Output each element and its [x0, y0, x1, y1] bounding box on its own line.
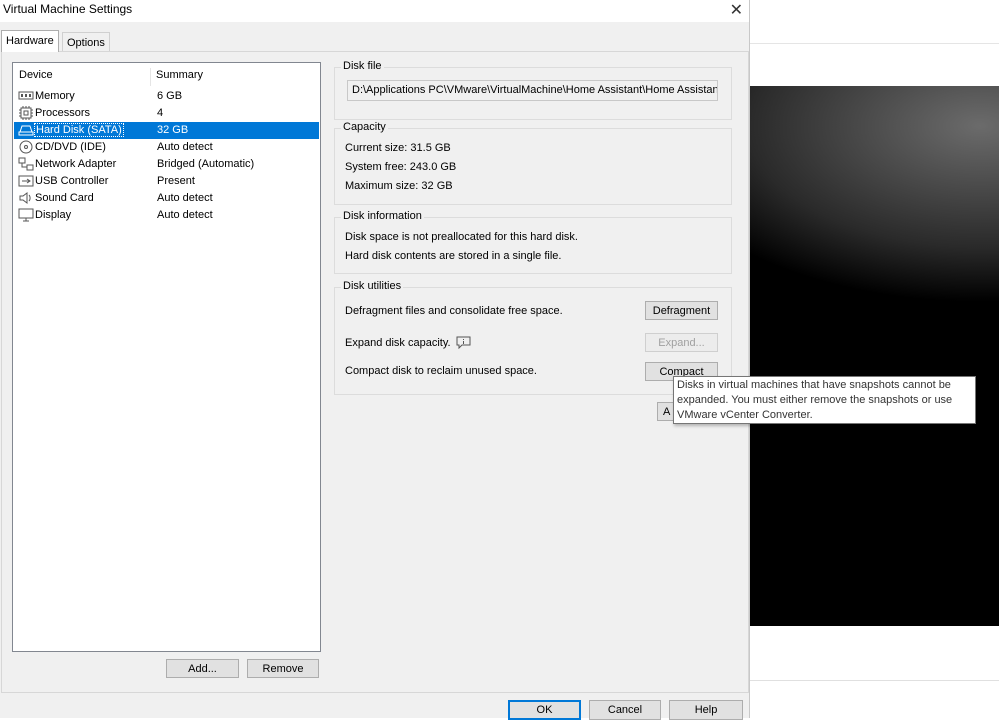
usb-icon [18, 175, 34, 187]
tooltip-line: expanded. You must either remove the sna… [677, 394, 953, 406]
expand-button[interactable]: Expand... [645, 333, 718, 352]
expand-description: Expand disk capacity. [345, 337, 451, 349]
memory-icon [18, 91, 34, 100]
device-name: Sound Card [35, 192, 94, 204]
remove-device-button[interactable]: Remove [247, 659, 319, 678]
dialog-titlebar: Virtual Machine Settings ✕ [0, 0, 749, 22]
processor-icon [19, 106, 33, 120]
defragment-button[interactable]: Defragment [645, 301, 718, 320]
system-free-label: System free: 243.0 GB [345, 161, 457, 173]
column-header-device[interactable]: Device [19, 69, 53, 81]
ok-button[interactable]: OK [508, 700, 581, 720]
background-app-topbar [750, 0, 999, 44]
device-summary: 4 [157, 107, 164, 119]
device-row-usb-controller[interactable]: USB Controller Present [14, 173, 319, 190]
vm-settings-dialog: Virtual Machine Settings ✕ Hardware Opti… [0, 0, 750, 720]
device-summary: Auto detect [157, 192, 213, 204]
background-app-window [750, 0, 999, 718]
device-name: Hard Disk (SATA) [34, 123, 124, 137]
column-header-summary[interactable]: Summary [156, 69, 203, 81]
current-size-label: Current size: 31.5 GB [345, 142, 451, 154]
dialog-title: Virtual Machine Settings [3, 2, 133, 16]
device-name: Display [35, 209, 72, 221]
cd-dvd-icon [19, 140, 33, 154]
group-title: Capacity [341, 121, 388, 133]
column-divider[interactable] [150, 68, 151, 86]
device-row-cd-dvd[interactable]: CD/DVD (IDE) Auto detect [14, 139, 319, 156]
group-title: Disk utilities [341, 280, 404, 292]
maximum-size-label: Maximum size: 32 GB [345, 180, 453, 192]
device-row-network-adapter[interactable]: Network Adapter Bridged (Automatic) [14, 156, 319, 173]
sound-card-icon [19, 192, 31, 204]
device-name: Processors [35, 107, 91, 119]
device-row-display[interactable]: Display Auto detect [14, 207, 319, 224]
device-summary: Present [157, 175, 195, 187]
disk-information-group: Disk information Disk space is not preal… [334, 210, 732, 274]
cancel-button[interactable]: Cancel [589, 700, 661, 720]
tab-options[interactable]: Options [62, 32, 110, 51]
device-name: CD/DVD (IDE) [35, 141, 106, 153]
expand-disabled-tooltip: Disks in virtual machines that have snap… [673, 376, 976, 424]
device-row-memory[interactable]: Memory 6 GB [14, 88, 319, 105]
network-adapter-icon [18, 157, 34, 171]
background-divider [750, 680, 999, 681]
preallocation-info: Disk space is not preallocated for this … [345, 231, 578, 243]
device-row-processors[interactable]: Processors 4 [14, 105, 319, 122]
help-button[interactable]: Help [669, 700, 743, 720]
device-list[interactable]: Device Summary Memory 6 GB Processors 4 [12, 62, 321, 652]
device-name: Network Adapter [35, 158, 117, 170]
device-row-hard-disk[interactable]: Hard Disk (SATA) 32 GB [14, 122, 319, 139]
close-icon[interactable]: ✕ [730, 0, 743, 20]
defragment-description: Defragment files and consolidate free sp… [345, 305, 563, 317]
device-summary: Bridged (Automatic) [157, 158, 255, 170]
device-name: Memory [35, 90, 75, 102]
device-summary: Auto detect [157, 209, 213, 221]
device-row-sound-card[interactable]: Sound Card Auto detect [14, 190, 319, 207]
capacity-group: Capacity Current size: 31.5 GB System fr… [334, 121, 732, 205]
device-list-header: Device Summary [13, 68, 320, 86]
device-name: USB Controller [35, 175, 109, 187]
compact-description: Compact disk to reclaim unused space. [345, 365, 537, 377]
tooltip-line: VMware vCenter Converter. [677, 409, 813, 421]
group-title: Disk information [341, 210, 424, 222]
tooltip-line: Disks in virtual machines that have snap… [677, 379, 951, 391]
storage-info: Hard disk contents are stored in a singl… [345, 250, 562, 262]
tab-hardware[interactable]: Hardware [1, 30, 59, 52]
device-summary: 6 GB [157, 90, 183, 102]
hard-disk-icon [18, 125, 34, 136]
disk-file-path-field[interactable]: D:\Applications PC\VMware\VirtualMachine… [347, 80, 718, 101]
background-wallpaper-preview [750, 86, 999, 626]
device-summary: 32 GB [157, 124, 189, 136]
disk-file-group: Disk file D:\Applications PC\VMware\Virt… [334, 60, 732, 120]
add-device-button[interactable]: Add... [166, 659, 239, 678]
display-icon [18, 208, 34, 222]
info-comment-icon[interactable] [456, 336, 471, 349]
device-summary: Auto detect [157, 141, 213, 153]
group-title: Disk file [341, 60, 384, 72]
